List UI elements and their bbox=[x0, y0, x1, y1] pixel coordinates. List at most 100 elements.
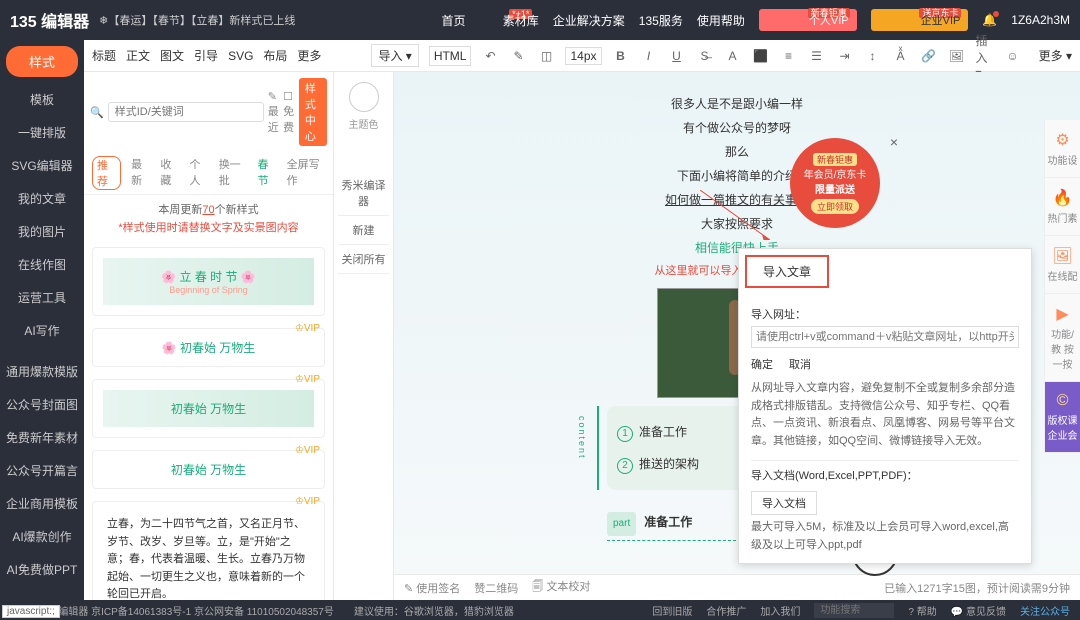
sidebar2-5[interactable]: AI爆款创作 bbox=[0, 520, 84, 553]
tab-imgtext[interactable]: 图文 bbox=[160, 47, 184, 64]
promo-badge[interactable]: × 新春钜惠 年会员/京东卡 限量派送 立即领取 bbox=[790, 138, 880, 228]
filter-spring[interactable]: 春节 bbox=[257, 156, 276, 190]
html-button[interactable]: HTML bbox=[429, 46, 472, 66]
filter-recommend[interactable]: 推荐 bbox=[92, 156, 121, 190]
nav-enterprise[interactable]: 企业解决方案 bbox=[553, 12, 625, 29]
strike-icon[interactable]: S̶ bbox=[696, 47, 714, 65]
nav-help[interactable]: 使用帮助 bbox=[697, 12, 745, 29]
bold-icon[interactable]: B bbox=[612, 47, 630, 65]
link-icon[interactable]: 🔗 bbox=[920, 47, 938, 65]
footer-feedback[interactable]: 💬 意见反馈 bbox=[951, 603, 1006, 618]
nav-material[interactable]: *+1*素材库 bbox=[479, 12, 538, 29]
bgcolor-icon[interactable]: ⬛ bbox=[752, 47, 770, 65]
filter-new[interactable]: 最新 bbox=[131, 156, 150, 190]
rail-settings[interactable]: ⚙功能设 bbox=[1045, 120, 1080, 178]
sidebar2-3[interactable]: 公众号开篇言 bbox=[0, 454, 84, 487]
insert-icon[interactable]: 插入▾ bbox=[976, 47, 994, 65]
tab-svg[interactable]: SVG bbox=[228, 49, 253, 63]
indent-icon[interactable]: ⇥ bbox=[836, 47, 854, 65]
emoji-icon[interactable]: ☺ bbox=[1004, 47, 1022, 65]
sidebar-draw[interactable]: 在线作图 bbox=[0, 248, 84, 281]
footer-join[interactable]: 加入我们 bbox=[760, 603, 800, 618]
recent-link[interactable]: ✎最近 bbox=[268, 90, 279, 135]
user-id[interactable]: 1Z6A2h3M bbox=[1011, 13, 1070, 27]
tab-layout[interactable]: 布局 bbox=[263, 47, 287, 64]
tab-more[interactable]: 更多 bbox=[297, 47, 321, 64]
mid-panel: 主题色 秀米编译器 新建 关闭所有 bbox=[334, 72, 394, 600]
tab-title[interactable]: 标题 bbox=[92, 47, 116, 64]
template-card[interactable]: ♔VIP 🌸 初春始 万物生 bbox=[92, 328, 325, 367]
import-file-button[interactable]: 导入文档 bbox=[751, 491, 817, 515]
tab-body[interactable]: 正文 bbox=[126, 47, 150, 64]
enterprise-vip-button[interactable]: 送京东卡企业VIP bbox=[871, 9, 969, 31]
style-button[interactable]: 样式 bbox=[6, 46, 78, 77]
rail-hot[interactable]: 🔥热门素 bbox=[1045, 178, 1080, 236]
undo-icon[interactable]: ↶ bbox=[481, 47, 499, 65]
footer-search[interactable] bbox=[814, 603, 894, 618]
filter-refresh[interactable]: 换一批 bbox=[219, 156, 248, 190]
theme-color-icon[interactable] bbox=[349, 82, 379, 112]
sidebar-tools[interactable]: 运营工具 bbox=[0, 281, 84, 314]
import-button[interactable]: 导入 ▾ bbox=[371, 44, 418, 67]
template-card[interactable]: ♔VIP 初春始 万物生 bbox=[92, 450, 325, 489]
list-icon[interactable]: ☰ bbox=[808, 47, 826, 65]
bell-icon[interactable]: 🔔 bbox=[982, 13, 997, 27]
sidebar-images[interactable]: 我的图片 bbox=[0, 215, 84, 248]
sidebar2-4[interactable]: 企业商用模板 bbox=[0, 487, 84, 520]
footer-oldver[interactable]: 回到旧版 bbox=[652, 603, 692, 618]
signature-toggle[interactable]: ✎ 使用签名 bbox=[404, 580, 460, 596]
closeall-button[interactable]: 关闭所有 bbox=[338, 245, 389, 274]
promo-cta-button[interactable]: 立即领取 bbox=[811, 199, 859, 214]
sidebar2-2[interactable]: 免费新年素材 bbox=[0, 421, 84, 454]
search-input[interactable] bbox=[108, 102, 264, 122]
filter-fav[interactable]: 收藏 bbox=[160, 156, 179, 190]
sidebar2-6[interactable]: AI免费做PPT bbox=[0, 553, 84, 586]
logo: 135 编辑器 bbox=[10, 8, 89, 32]
footer-coop[interactable]: 合作推广 bbox=[706, 603, 746, 618]
eraser-icon[interactable]: ◫ bbox=[537, 47, 555, 65]
sidebar2-1[interactable]: 公众号封面图 bbox=[0, 388, 84, 421]
sidebar-ai[interactable]: AI写作 bbox=[0, 314, 84, 347]
rail-tutorial[interactable]: ▶功能/教 按一按 bbox=[1045, 294, 1080, 382]
template-card[interactable]: 🌸 立 春 时 节 🌸Beginning of Spring bbox=[92, 247, 325, 316]
proofread-button[interactable]: 🗐 文本校对 bbox=[532, 578, 590, 597]
footer-follow[interactable]: 关注公众号 bbox=[1020, 603, 1070, 618]
toolbar-more[interactable]: 更多 ▾ bbox=[1039, 47, 1072, 64]
filter-personal[interactable]: 个人 bbox=[190, 156, 209, 190]
header-notice[interactable]: ❄【春运】【春节】【立春】新样式已上线 bbox=[99, 12, 295, 28]
filter-fullscreen[interactable]: 全屏写作 bbox=[287, 156, 325, 190]
rail-copyright[interactable]: ©版权课 企业会 bbox=[1045, 382, 1080, 453]
sidebar2-0[interactable]: 通用爆款模版 bbox=[0, 355, 84, 388]
sidebar-template[interactable]: 模板 bbox=[0, 83, 84, 116]
fontcolor-icon[interactable]: A bbox=[724, 47, 742, 65]
translator-button[interactable]: 秀米编译器 bbox=[338, 171, 389, 216]
promo-close-icon[interactable]: × bbox=[890, 134, 898, 150]
import-tab[interactable]: 导入文章 bbox=[745, 255, 829, 288]
rail-palette[interactable]: 🖼在线配 bbox=[1045, 236, 1080, 294]
style-center-button[interactable]: 样式中心 bbox=[299, 78, 327, 146]
template-card[interactable]: ♔VIP 初春始 万物生 bbox=[92, 379, 325, 438]
template-card[interactable]: ♔VIP 立春，为二十四节气之首，又名正月节、岁节、改岁、岁旦等。立，是"开始"… bbox=[92, 501, 325, 600]
sidebar-svg[interactable]: SVG编辑器 bbox=[0, 149, 84, 182]
image-icon[interactable]: 🖼 bbox=[948, 47, 966, 65]
underline-icon[interactable]: U bbox=[668, 47, 686, 65]
new-button[interactable]: 新建 bbox=[338, 216, 389, 245]
spacing-icon[interactable]: ↕ bbox=[864, 47, 882, 65]
nav-service[interactable]: 135服务 bbox=[639, 12, 683, 29]
align-icon[interactable]: ≡ bbox=[780, 47, 798, 65]
footer-help[interactable]: ? 帮助 bbox=[908, 603, 936, 618]
brush-icon[interactable]: ✎ bbox=[509, 47, 527, 65]
confirm-button[interactable]: 确定 bbox=[751, 356, 773, 372]
fontsize-select[interactable]: 14px bbox=[565, 47, 601, 65]
tab-guide[interactable]: 引导 bbox=[194, 47, 218, 64]
cancel-button[interactable]: 取消 bbox=[789, 356, 811, 372]
url-input[interactable] bbox=[751, 326, 1019, 348]
free-link[interactable]: ☐免费 bbox=[283, 90, 295, 135]
nav-home[interactable]: 首页 bbox=[441, 12, 465, 29]
italic-icon[interactable]: I bbox=[640, 47, 658, 65]
clear-icon[interactable]: Aͯ bbox=[892, 47, 910, 65]
qr-button[interactable]: 赞二维码 bbox=[474, 580, 518, 596]
sidebar-layout[interactable]: 一键排版 bbox=[0, 116, 84, 149]
personal-vip-button[interactable]: 新春钜惠个人VIP bbox=[759, 9, 857, 31]
sidebar-articles[interactable]: 我的文章 bbox=[0, 182, 84, 215]
